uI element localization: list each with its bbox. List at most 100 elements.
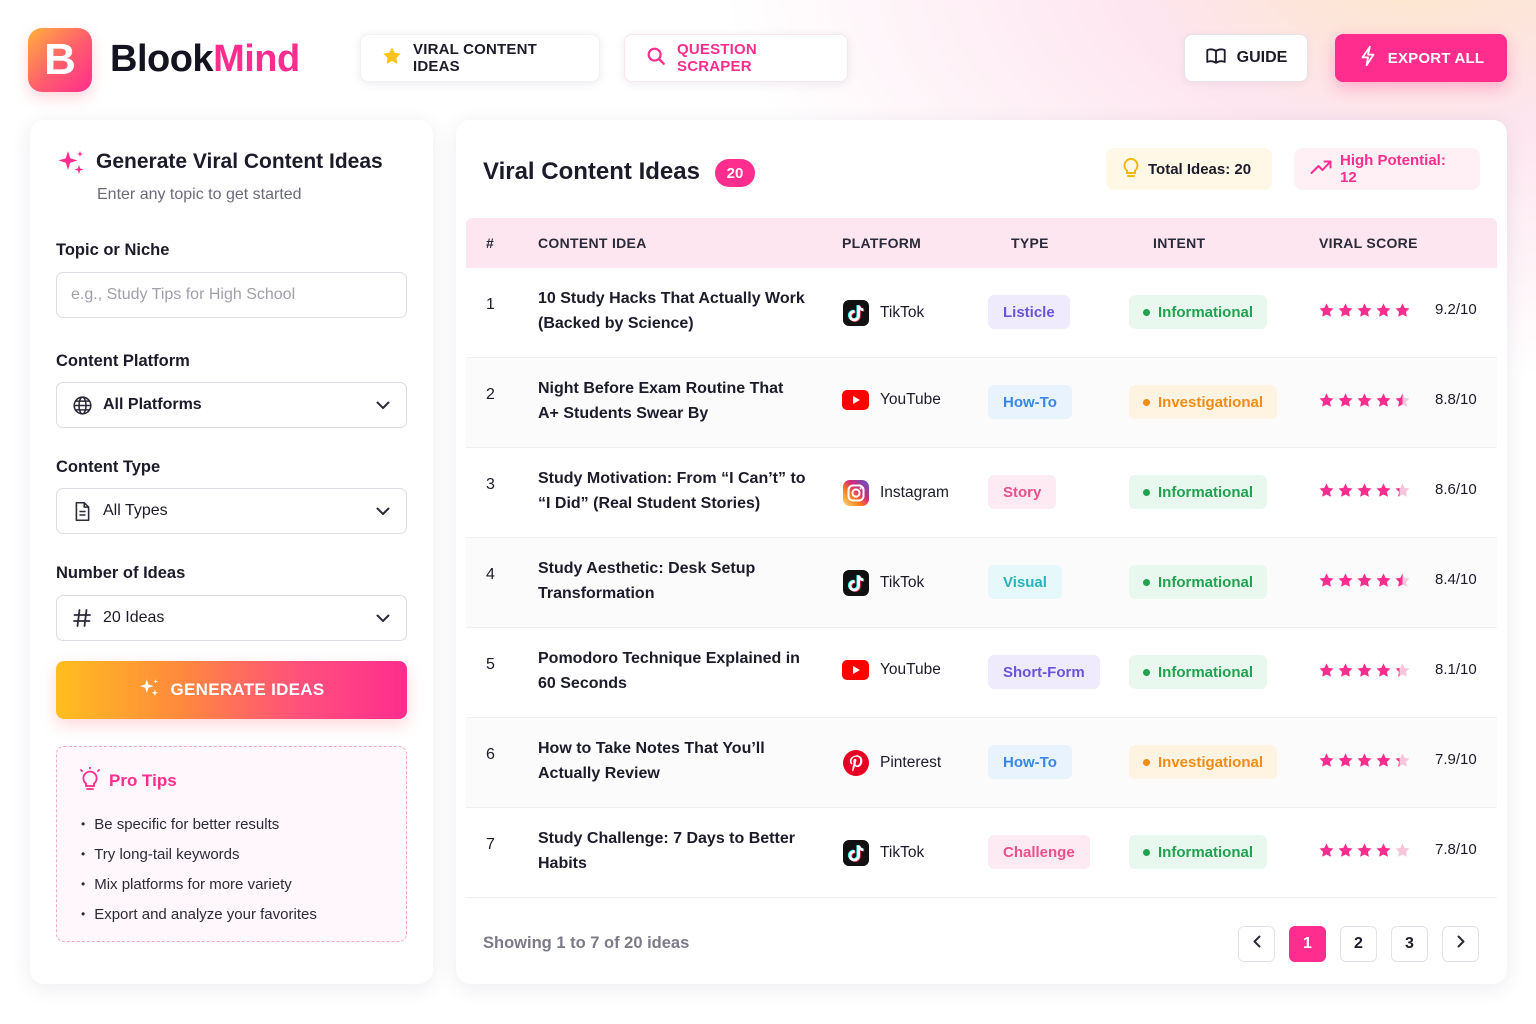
status-dot [1143,668,1150,676]
platform-name: YouTube [880,391,941,408]
guide-button[interactable]: GUIDE [1184,34,1308,82]
platform-name: TikTok [880,574,925,591]
export-all-button[interactable]: EXPORT ALL [1335,34,1507,82]
status-dot [1143,308,1150,316]
star-icon [1318,482,1335,504]
type-select[interactable]: All Types [56,488,407,534]
star-icon [1375,482,1392,504]
brand-name-part2: Mind [213,38,300,80]
star-icon [1337,842,1354,864]
table-row[interactable]: 1 10 Study Hacks That Actually Work (Back… [466,268,1497,358]
star-icon [1356,662,1373,684]
tab-viral-content-ideas[interactable]: VIRAL CONTENT IDEAS [360,34,600,82]
type-badge: Challenge [988,835,1090,869]
platform-name: TikTok [880,304,925,321]
row-number: 5 [486,656,495,673]
guide-label: GUIDE [1236,49,1288,66]
star-rating [1318,662,1411,684]
high-potential-stat: High Potential: 12 [1294,148,1480,190]
tip-item: Export and analyze your favorites [81,899,317,929]
document-icon [71,501,93,522]
star-icon [1337,752,1354,774]
viral-score: 8.4/10 [1435,571,1477,588]
brand-name: Blook Mind [110,38,300,81]
total-ideas-stat: Total Ideas: 20 [1106,148,1272,190]
topic-label: Topic or Niche [56,241,170,259]
star-icon [1337,662,1354,684]
intent-badge: Informational [1129,565,1268,599]
platform-cell: YouTube [842,660,941,680]
platform-name: YouTube [880,661,941,678]
chevron-down-icon [376,614,392,623]
type-badge: Story [988,475,1057,509]
table-row[interactable]: 5 Pomodoro Technique Explained in 60 Seco… [466,628,1497,718]
youtube-icon [842,660,869,680]
intent-badge: Informational [1129,475,1268,509]
row-number: 3 [486,476,495,493]
table-row[interactable]: 4 Study Aesthetic: Desk Setup Transformat… [466,538,1497,628]
page-button-1[interactable]: 1 [1289,926,1326,962]
count-select[interactable]: 20 Ideas [56,595,407,641]
star-icon [1337,482,1354,504]
chevron-down-icon [376,401,392,410]
table-row[interactable]: 2 Night Before Exam Routine That A+ Stude… [466,358,1497,448]
chevron-left-icon [1253,935,1261,953]
tiktok-icon [842,840,869,866]
star-icon [1356,572,1373,594]
star-rating [1318,572,1411,594]
star-icon [1318,662,1335,684]
results-count-badge: 20 [715,159,755,187]
topic-input[interactable] [71,286,392,304]
table-row[interactable]: 3 Study Motivation: From “I Can’t” to “I … [466,448,1497,538]
generate-label: GENERATE IDEAS [170,680,325,699]
star-icon [1394,752,1411,774]
platform-select[interactable]: All Platforms [56,382,407,428]
topic-field[interactable] [56,272,407,318]
hash-icon [71,608,93,628]
intent-label: Informational [1158,303,1254,321]
type-value: All Types [103,502,168,519]
star-icon [1375,572,1392,594]
total-ideas-label: Total Ideas: 20 [1148,160,1252,178]
content-idea: Study Challenge: 7 Days to Better Habits [538,830,795,872]
table-row[interactable]: 7 Study Challenge: 7 Days to Better Habit… [466,808,1497,898]
star-icon [1318,302,1335,324]
star-icon [1356,842,1373,864]
generate-ideas-button[interactable]: GENERATE IDEAS [56,661,407,719]
platform-value: All Platforms [103,396,202,413]
status-dot [1143,848,1150,856]
table-header: # CONTENT IDEA PLATFORM TYPE INTENT VIRA… [466,218,1497,268]
star-rating [1318,752,1411,774]
tip-item: Be specific for better results [81,809,317,839]
star-icon [1394,302,1411,324]
content-idea: How to Take Notes That You’ll Actually R… [538,740,765,782]
tip-item: Mix platforms for more variety [81,869,317,899]
trending-up-icon [1310,159,1332,179]
next-page-button[interactable] [1442,926,1479,962]
star-icon [1318,842,1335,864]
viral-score: 7.8/10 [1435,841,1477,858]
column-header: TYPE [1011,235,1049,251]
star-rating [1318,302,1411,324]
table-row[interactable]: 6 How to Take Notes That You’ll Actually … [466,718,1497,808]
intent-label: Informational [1158,843,1254,861]
results-title: Viral Content Ideas [483,158,700,185]
row-number: 1 [486,296,495,313]
platform-cell: TikTok [842,570,924,596]
pro-tips-box: Pro Tips Be specific for better results … [56,746,407,942]
count-value: 20 Ideas [103,609,165,626]
tab-question-scraper[interactable]: QUESTION SCRAPER [624,34,848,82]
tips-list: Be specific for better results Try long-… [81,809,317,929]
tab-label: QUESTION SCRAPER [677,41,757,75]
results-panel: Viral Content Ideas 20 Total Ideas: 20 H… [456,120,1507,984]
star-icon [1318,752,1335,774]
star-rating [1318,842,1411,864]
tiktok-icon [842,300,869,326]
star-icon [1356,752,1373,774]
page-button-2[interactable]: 2 [1340,926,1377,962]
status-dot [1143,578,1150,586]
star-icon [1394,572,1411,594]
prev-page-button[interactable] [1238,926,1275,962]
page-button-3[interactable]: 3 [1391,926,1428,962]
star-icon [1318,572,1335,594]
